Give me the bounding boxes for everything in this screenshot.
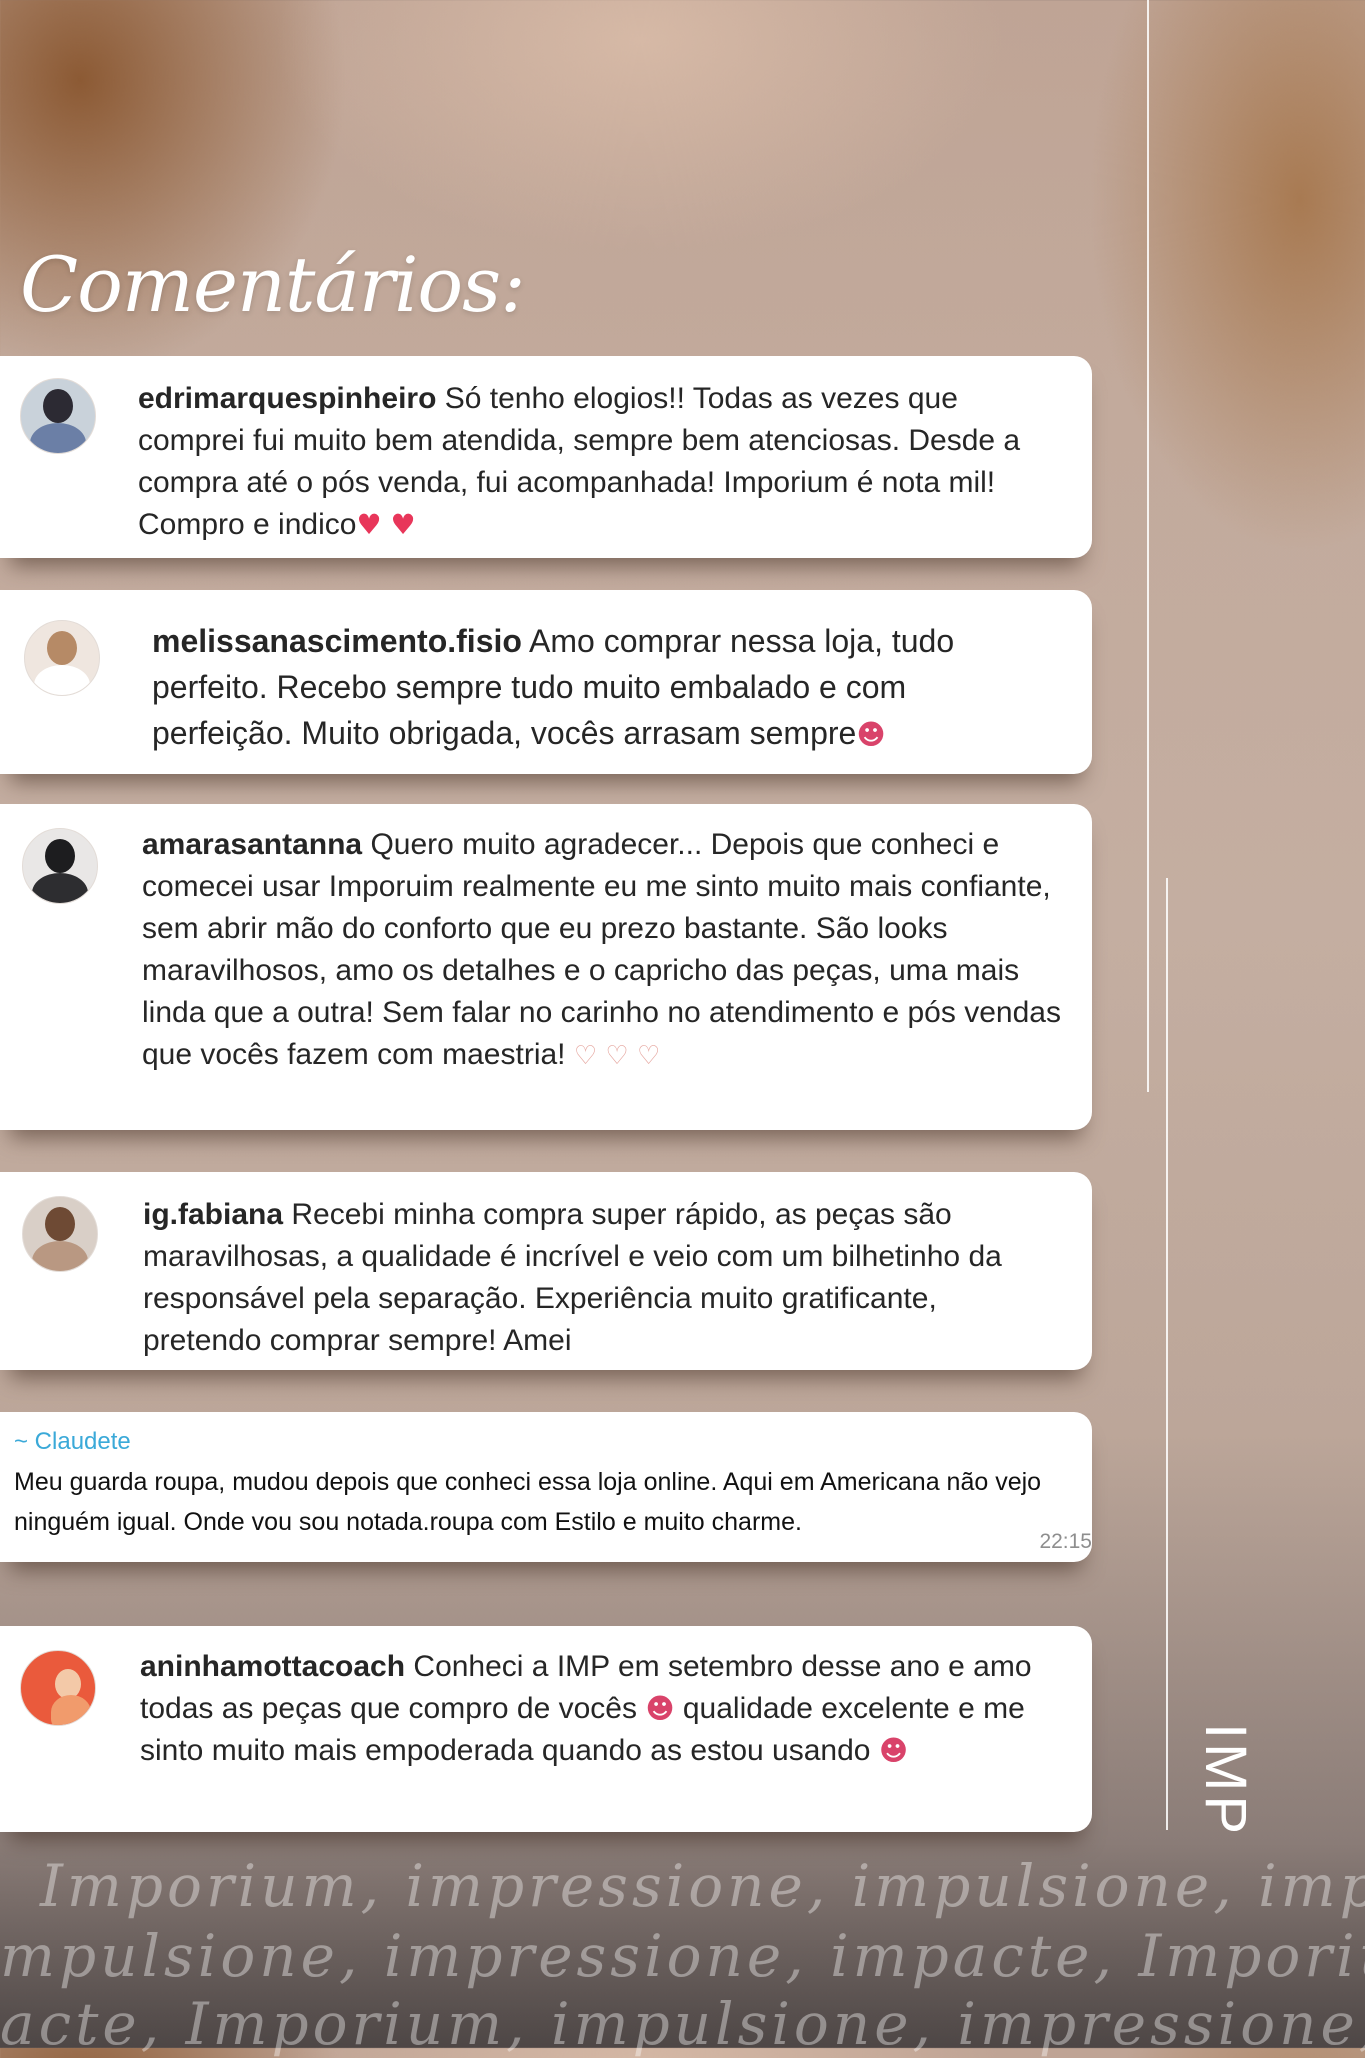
comment-username[interactable]: melissanascimento.fisio	[152, 623, 522, 659]
comment-username[interactable]: amarasantanna	[142, 828, 362, 861]
comment-username[interactable]: aninhamottacoach	[140, 1650, 405, 1683]
avatar	[22, 1196, 98, 1272]
heart-emoji-icon: ♥ ♥	[356, 508, 416, 541]
whatsapp-message: ~ Claudete Meu guarda roupa, mudou depoi…	[0, 1412, 1092, 1562]
comment-username[interactable]: ig.fabiana	[143, 1198, 283, 1231]
brand-logo-text: IMP	[1193, 1723, 1258, 1839]
heart-eyes-emoji-icon: ☻	[856, 718, 886, 751]
comment-text: aninhamottacoach Conheci a IMP em setemb…	[140, 1646, 1080, 1772]
avatar	[24, 620, 100, 696]
comment-card: amarasantanna Quero muito agradecer... D…	[0, 804, 1092, 1130]
comment-card: aninhamottacoach Conheci a IMP em setemb…	[0, 1626, 1092, 1832]
message-timestamp: 22:15	[1039, 1530, 1092, 1553]
slogan-line: Imporium, impressione, impulsione, impac…	[40, 1852, 1365, 1920]
heart-eyes-emoji-icon: ☻	[878, 1734, 909, 1767]
comment-card: ig.fabiana Recebi minha compra super ráp…	[0, 1172, 1092, 1370]
comment-text: edrimarquespinheiro Só tenho elogios!! T…	[138, 378, 1058, 546]
divider-line-top	[1147, 0, 1149, 1092]
comment-text: melissanascimento.fisio Amo comprar ness…	[152, 618, 1052, 758]
brand-logo: IMP	[1172, 1700, 1282, 1840]
heart-eyes-emoji-icon: ☻	[645, 1692, 675, 1725]
comment-card: edrimarquespinheiro Só tenho elogios!! T…	[0, 356, 1092, 558]
sender-name: ~ Claudete	[14, 1428, 131, 1455]
comment-text: amarasantanna Quero muito agradecer... D…	[142, 824, 1072, 1077]
comment-text: ig.fabiana Recebi minha compra super ráp…	[143, 1194, 1063, 1362]
avatar	[20, 378, 96, 454]
page-title: Comentários:	[20, 240, 526, 329]
comment-card: melissanascimento.fisio Amo comprar ness…	[0, 590, 1092, 774]
divider-line-bottom	[1166, 878, 1168, 1830]
comment-username[interactable]: edrimarquespinheiro	[138, 382, 436, 415]
heart-hands-emoji-icon: ♡ ♡ ♡	[573, 1041, 661, 1071]
message-text: Meu guarda roupa, mudou depois que conhe…	[14, 1468, 1042, 1536]
avatar	[20, 1650, 96, 1726]
slogan-line: mpulsione, impressione, impacte, Imporiu…	[0, 1922, 1365, 1990]
avatar	[22, 828, 98, 904]
comment-body: Quero muito agradecer... Depois que conh…	[142, 828, 1061, 1071]
